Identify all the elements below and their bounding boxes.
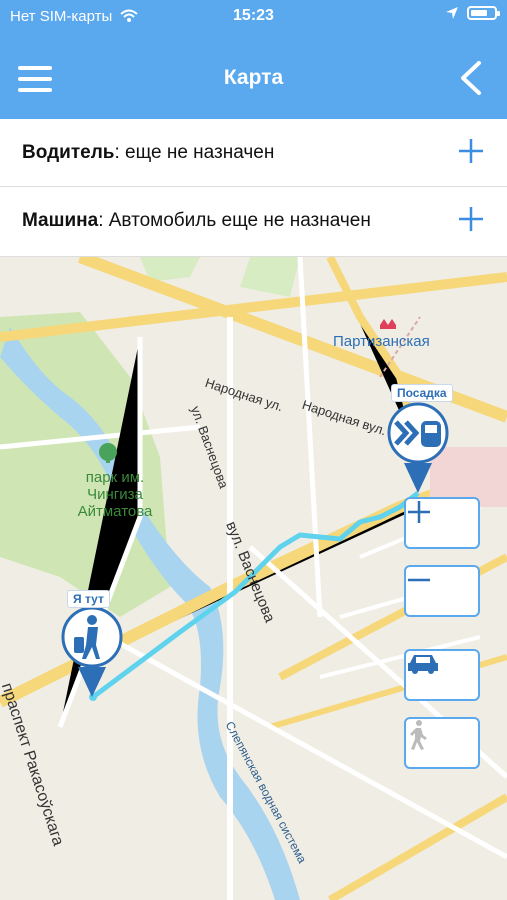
- add-car-plus-icon[interactable]: [457, 205, 485, 233]
- battery-icon: [467, 6, 500, 20]
- map-view[interactable]: Партизанская Народная ул. Народная вул. …: [0, 257, 507, 900]
- car-value: : Автомобиль еще не назначен: [98, 210, 371, 231]
- status-bar: Нет SIM-карты 15:23: [0, 0, 507, 34]
- plus-icon: [408, 501, 430, 523]
- walk-icon: [410, 720, 427, 750]
- zoom-out-button[interactable]: [404, 565, 480, 617]
- app-header: Нет SIM-карты 15:23 Карта: [0, 0, 507, 119]
- driver-value: : еще не назначен: [114, 142, 275, 163]
- driver-row: Водитель: еще не назначен: [0, 119, 507, 187]
- car-mode-button[interactable]: [404, 649, 480, 701]
- car-label: Машина: [22, 210, 99, 231]
- minus-icon: [408, 578, 430, 582]
- back-chevron-icon[interactable]: [455, 60, 485, 96]
- park-label: парк им. Чингиза Айтматова: [77, 469, 153, 520]
- location-arrow-icon: [446, 7, 458, 19]
- pickup-marker-label: Посадка: [391, 384, 453, 402]
- clock: 15:23: [233, 7, 274, 24]
- page-title: Карта: [223, 66, 284, 89]
- car-icon: [408, 655, 438, 674]
- add-driver-plus-icon[interactable]: [457, 137, 485, 165]
- me-marker-label: Я тут: [67, 590, 110, 608]
- walk-mode-button[interactable]: [404, 717, 480, 769]
- driver-label: Водитель: [22, 142, 115, 163]
- navigation-bar: Карта: [0, 44, 507, 106]
- status-right: [445, 6, 500, 20]
- zoom-in-button[interactable]: [404, 497, 480, 549]
- car-row: Машина: Автомобиль еще не назначен: [0, 187, 507, 257]
- station-label: Партизанская: [333, 333, 430, 350]
